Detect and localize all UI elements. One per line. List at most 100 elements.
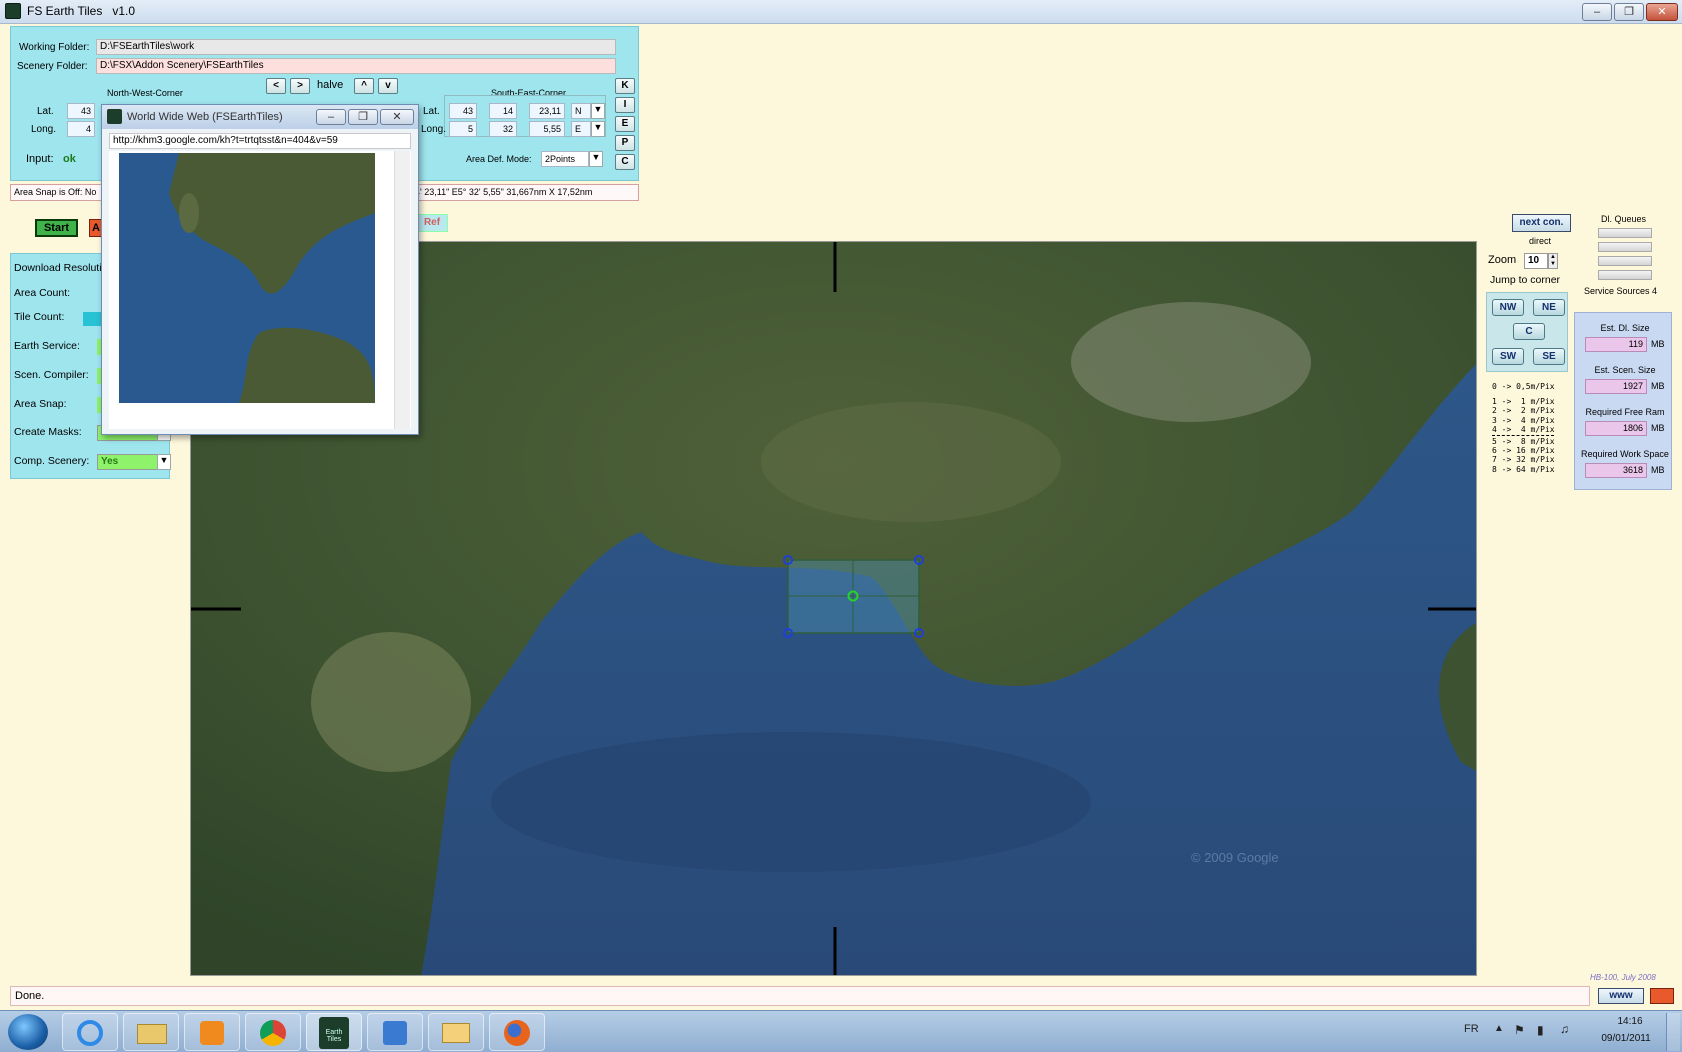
- jump-ne-button[interactable]: NE: [1533, 299, 1565, 316]
- snap-status-right: 4' 23,11" E5° 32' 5,55" 31,667nm X 17,52…: [415, 187, 593, 197]
- www-restore-button[interactable]: ❐: [348, 109, 378, 125]
- area-def-label: Area Def. Mode:: [466, 154, 532, 164]
- close-button[interactable]: ✕: [1646, 3, 1678, 21]
- se-long-dir-select[interactable]: E: [571, 121, 591, 137]
- res-line: 5 -> 8 m/Pix: [1492, 437, 1555, 447]
- www-close-button[interactable]: ✕: [380, 109, 414, 125]
- www-button[interactable]: www: [1598, 988, 1644, 1004]
- se-lat-dir-select[interactable]: N: [571, 103, 591, 119]
- dl-queues-label: Dl. Queues: [1601, 214, 1647, 224]
- next-con-button[interactable]: next con.: [1512, 214, 1571, 232]
- flag-icon[interactable]: ⚑: [1514, 1023, 1528, 1037]
- www-minimize-button[interactable]: ‒: [316, 109, 346, 125]
- volume-icon[interactable]: ♫: [1560, 1022, 1569, 1036]
- i-button[interactable]: I: [615, 97, 635, 113]
- nw-long-deg-field[interactable]: 4: [67, 121, 95, 137]
- se-lat-deg-field[interactable]: 43: [449, 103, 477, 119]
- app-title: FS Earth Tiles: [27, 4, 103, 18]
- earth-service-label: Earth Service:: [14, 340, 80, 352]
- www-content: [109, 151, 411, 429]
- p-button[interactable]: P: [615, 135, 635, 151]
- url-field[interactable]: http://khm3.google.com/kh?t=trtqtsst&n=4…: [109, 133, 411, 149]
- app-version: v1.0: [112, 4, 136, 18]
- ref-button[interactable]: Ref: [416, 214, 448, 232]
- e-button[interactable]: E: [615, 116, 635, 132]
- chevron-down-icon[interactable]: ▼: [157, 454, 171, 470]
- se-lat-min-field[interactable]: 14: [489, 103, 517, 119]
- network-icon[interactable]: ▮: [1537, 1023, 1544, 1037]
- scrollbar[interactable]: [394, 151, 410, 429]
- est-scen-size-label: Est. Scen. Size: [1594, 365, 1656, 375]
- resolution-legend: 0 -> 0,5m/Pix 1 -> 1 m/Pix 2 -> 2 m/Pix 3 -…: [1492, 382, 1572, 474]
- se-long-deg-field[interactable]: 5: [449, 121, 477, 137]
- earth-tiles-icon: [107, 109, 122, 124]
- chevron-down-icon[interactable]: ▼: [591, 103, 605, 119]
- scenery-folder-field[interactable]: D:\FSX\Addon Scenery\FSEarthTiles: [96, 58, 616, 74]
- nw-corner-title: North-West-Corner: [107, 88, 183, 98]
- c-button[interactable]: C: [615, 154, 635, 170]
- jump-to-corner-label: Jump to corner: [1490, 274, 1561, 286]
- se-long-sec-field[interactable]: 5,55: [529, 121, 565, 137]
- est-dl-size-label: Est. Dl. Size: [1600, 323, 1650, 333]
- restore-button[interactable]: ❐: [1614, 3, 1644, 21]
- terrain-patch-2: [761, 402, 1061, 522]
- www-title-bar: World Wide Web (FSEarthTiles) ‒ ❐ ✕: [102, 105, 418, 129]
- jump-center-button[interactable]: C: [1513, 323, 1545, 340]
- nav-up-button[interactable]: ^: [354, 78, 374, 94]
- scen-compiler-label: Scen. Compiler:: [14, 369, 89, 381]
- se-long-min-field[interactable]: 32: [489, 121, 517, 137]
- download-resolution-label: Download Resoluti: [14, 262, 102, 274]
- unit-label: MB: [1651, 381, 1665, 391]
- unit-label: MB: [1651, 465, 1665, 475]
- status-bar: Done.: [10, 986, 1590, 1006]
- res-line: 8 -> 64 m/Pix: [1492, 464, 1555, 474]
- area-count-label: Area Count:: [14, 287, 71, 299]
- media-player-icon[interactable]: [184, 1013, 240, 1051]
- nav-down-button[interactable]: v: [378, 78, 398, 94]
- www-title: World Wide Web (FSEarthTiles): [127, 111, 283, 123]
- chevron-down-icon[interactable]: ▼: [591, 121, 605, 137]
- start-button[interactable]: Start: [35, 219, 78, 237]
- nw-long-label: Long.: [31, 124, 57, 135]
- service-sources-label: Service Sources 4: [1584, 286, 1658, 296]
- unit-label: MB: [1651, 423, 1665, 433]
- chevron-up-icon[interactable]: ▲: [1494, 1023, 1504, 1034]
- terrain-patch: [311, 632, 471, 772]
- explorer-icon[interactable]: [123, 1013, 179, 1051]
- k-button[interactable]: K: [615, 78, 635, 94]
- status-text: Done.: [15, 990, 45, 1002]
- chevron-down-icon[interactable]: ▼: [589, 151, 603, 167]
- res-line: 7 -> 32 m/Pix: [1492, 455, 1555, 465]
- jump-nw-button[interactable]: NW: [1492, 299, 1524, 316]
- clock-date[interactable]: 09/01/2011: [1596, 1033, 1656, 1044]
- direct-label: direct: [1529, 236, 1552, 246]
- mail-icon[interactable]: [428, 1013, 484, 1051]
- show-desktop-button[interactable]: [1666, 1013, 1680, 1051]
- stop-icon[interactable]: [1650, 988, 1674, 1004]
- nw-lat-label: Lat.: [37, 106, 54, 117]
- nav-left-button[interactable]: <: [266, 78, 286, 94]
- clock-time[interactable]: 14:16: [1610, 1016, 1650, 1027]
- jump-sw-button[interactable]: SW: [1492, 348, 1524, 365]
- area-def-select[interactable]: 2Points: [541, 151, 589, 167]
- queue-bar: [1598, 256, 1652, 266]
- jump-se-button[interactable]: SE: [1533, 348, 1565, 365]
- firefox-icon[interactable]: [489, 1013, 545, 1051]
- scenery-folder-label: Scenery Folder:: [17, 61, 88, 72]
- se-lat-sec-field[interactable]: 23,11: [529, 103, 565, 119]
- ie-icon[interactable]: [62, 1013, 118, 1051]
- working-folder-field[interactable]: D:\FSEarthTiles\work: [96, 39, 616, 55]
- nav-right-button[interactable]: >: [290, 78, 310, 94]
- se-lat-label: Lat.: [423, 106, 440, 117]
- chrome-icon[interactable]: [245, 1013, 301, 1051]
- start-orb-icon[interactable]: [8, 1014, 48, 1050]
- minimize-button[interactable]: ‒: [1582, 3, 1612, 21]
- credit-text: HB-100, July 2008: [1590, 973, 1656, 982]
- zoom-stepper[interactable]: ▲ ▼: [1548, 253, 1558, 269]
- fsx-icon[interactable]: [367, 1013, 423, 1051]
- nw-lat-deg-field[interactable]: 43: [67, 103, 95, 119]
- zoom-field[interactable]: 10: [1524, 253, 1548, 269]
- language-indicator[interactable]: FR: [1464, 1023, 1479, 1035]
- earth-tiles-icon[interactable]: Earth Tiles: [306, 1013, 362, 1051]
- tile-count-label: Tile Count:: [14, 311, 65, 323]
